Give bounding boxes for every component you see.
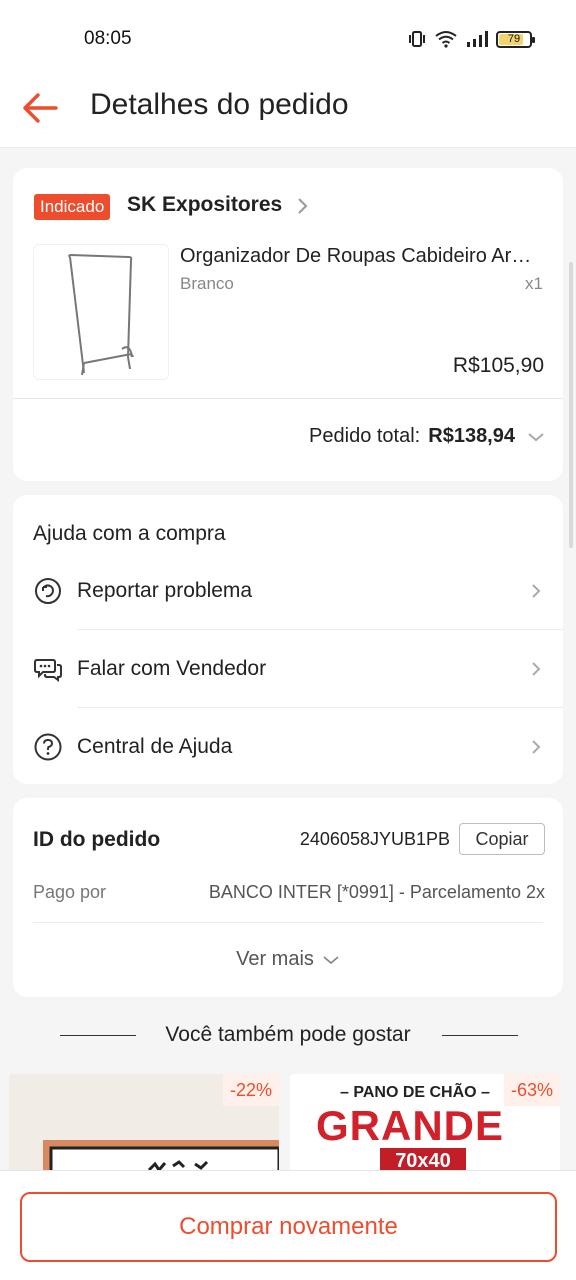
chevron-right-icon[interactable] <box>295 195 311 217</box>
help-item-label: Falar com Vendedor <box>77 657 267 680</box>
app-header: Detalhes do pedido <box>0 72 576 148</box>
order-id-label: ID do pedido <box>33 828 161 851</box>
suggestions-header: Você também pode gostar <box>0 1018 576 1052</box>
buy-again-button[interactable]: Comprar novamente <box>20 1192 557 1262</box>
help-item-label: Central de Ajuda <box>77 735 233 758</box>
product-variant: Branco <box>180 274 234 293</box>
chevron-down-icon[interactable] <box>527 431 545 443</box>
question-icon <box>34 733 62 761</box>
page-title: Detalhes do pedido <box>90 88 349 121</box>
wifi-icon <box>435 31 457 48</box>
order-total-row[interactable]: Pedido total: R$138,94 <box>309 425 545 448</box>
divider <box>13 398 563 399</box>
shop-name-link[interactable]: SK Expositores <box>127 193 282 217</box>
chat-icon <box>34 659 62 682</box>
refresh-warning-icon <box>35 578 61 604</box>
discount-badge: -63% <box>503 1074 560 1106</box>
help-card: Ajuda com a compra Reportar problema Fal… <box>13 495 563 784</box>
paid-by-value: BANCO INTER [*0991] - Parcelamento 2x <box>208 882 545 902</box>
product-price: R$105,90 <box>452 354 544 377</box>
status-icons: 79 <box>408 28 535 50</box>
battery-level: 79 <box>507 33 521 45</box>
divider <box>442 1035 518 1036</box>
signal-icon <box>467 31 488 47</box>
chevron-right-icon <box>532 740 541 754</box>
back-arrow-icon[interactable] <box>20 88 60 128</box>
chevron-right-icon <box>532 662 541 676</box>
preferred-badge: Indicado <box>34 194 111 220</box>
status-bar: 08:05 79 <box>0 0 576 72</box>
see-more-label: Ver mais <box>236 948 314 970</box>
product-thumbnail[interactable] <box>33 244 169 380</box>
product-name[interactable]: Organizador De Roupas Cabideiro Arara Pa… <box>180 245 542 268</box>
order-info-card: ID do pedido 2406058JYUB1PB Copiar Pago … <box>13 798 563 997</box>
recommended-product-card[interactable]: -22% <box>9 1074 279 1184</box>
battery-icon: 79 <box>496 30 535 48</box>
product-card: Indicado SK Expositores Organizador De R… <box>13 168 563 481</box>
status-time: 08:05 <box>84 28 132 49</box>
order-id-value: 2406058JYUB1PB <box>299 829 450 849</box>
chevron-right-icon <box>532 584 541 598</box>
discount-badge: -22% <box>222 1074 279 1106</box>
help-center-item[interactable]: Central de Ajuda <box>13 708 563 786</box>
see-more-button[interactable]: Ver mais <box>13 948 563 971</box>
promo-subtitle: – PANO DE CHÃO – <box>340 1084 490 1101</box>
recommended-product-card[interactable]: – PANO DE CHÃO – GRANDE 70x40 -63% <box>290 1074 560 1184</box>
report-problem-item[interactable]: Reportar problema <box>13 552 563 630</box>
order-total-label: Pedido total: <box>309 425 421 447</box>
clothes-rack-image <box>68 253 134 376</box>
promo-title: GRANDE <box>316 1102 505 1149</box>
chat-seller-item[interactable]: Falar com Vendedor <box>13 630 563 708</box>
help-section-title: Ajuda com a compra <box>33 522 226 545</box>
chevron-down-icon <box>323 955 339 964</box>
scrollbar[interactable] <box>569 262 573 548</box>
help-item-label: Reportar problema <box>77 579 253 602</box>
divider <box>33 922 543 923</box>
bottom-action-bar: Comprar novamente <box>0 1170 576 1280</box>
paid-by-label: Pago por <box>33 882 107 902</box>
copy-button[interactable]: Copiar <box>459 823 545 855</box>
product-quantity: x1 <box>525 274 543 293</box>
vibrate-icon <box>409 31 425 47</box>
order-total-value: R$138,94 <box>428 425 515 447</box>
